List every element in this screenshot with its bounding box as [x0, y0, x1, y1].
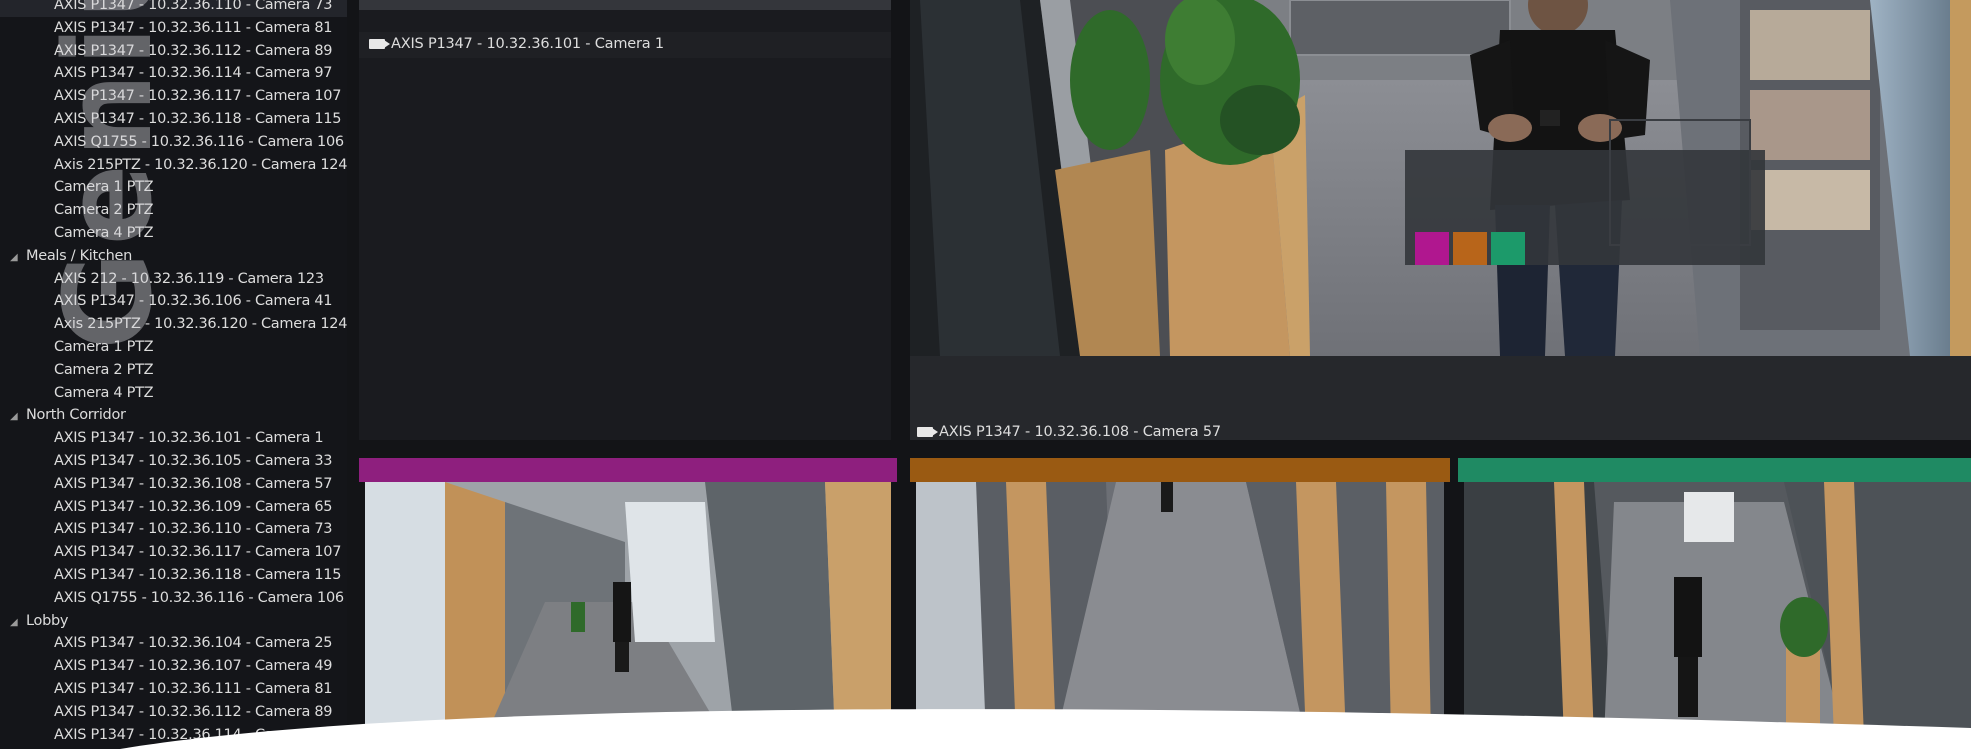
tree-item-label: Axis 215PTZ - 10.32.36.120 - Camera 124: [54, 156, 347, 173]
camera-tree-panel: AXIS P1347 - 10.32.36.110 - Camera 73 AXI…: [0, 0, 347, 749]
tree-camera-item[interactable]: AXIS P1347 - 10.32.36.118 - Camera 115: [0, 108, 347, 131]
tree-item-label: AXIS P1347 - 10.32.36.104 - Camera 25: [54, 635, 333, 652]
tree-item-label: Axis 215PTZ - 10.32.36.120 - Camera 124: [54, 316, 347, 333]
tree-item-label: AXIS P1347 - 10.32.36.112 - Camera 89: [54, 703, 333, 720]
tree-camera-item[interactable]: Camera 2 PTZ: [0, 359, 347, 382]
tree-camera-item[interactable]: AXIS P1347 - 10.32.36.110 - Camera 73: [0, 518, 347, 541]
tree-camera-item[interactable]: AXIS P1347 - 10.32.36.105 - Camera 33: [0, 450, 347, 473]
tree-item-label: Camera 4 PTZ: [54, 224, 154, 241]
tree-item-label: Lobby: [26, 612, 69, 629]
tree-item-label: AXIS P1347 - 10.32.36.108 - Camera 57: [54, 475, 333, 492]
tree-item-label: AXIS P1347 - 10.32.36.107 - Camera 49: [54, 658, 333, 675]
office-hallway-video-frame: [910, 0, 1971, 356]
corridor-video-frame: [365, 482, 891, 738]
tree-camera-item[interactable]: AXIS P1347 - 10.32.36.111 - Camera 81: [0, 17, 347, 40]
tree-item-label: AXIS Q1755 - 10.32.36.116 - Camera 106: [54, 589, 344, 606]
tree-item-label: Camera 4 PTZ: [54, 384, 154, 401]
video-tile-orange[interactable]: [910, 458, 1450, 738]
tree-item-label: AXIS P1347 - 10.32.36.105 - Camera 33: [54, 452, 333, 469]
tree-item-label: Camera 1 PTZ: [54, 338, 154, 355]
tree-item-label: Camera 2 PTZ: [54, 202, 154, 219]
camera-tree: AXIS P1347 - 10.32.36.110 - Camera 73 AXI…: [0, 0, 347, 749]
tree-camera-item[interactable]: AXIS Q1755 - 10.32.36.116 - Camera 106: [0, 131, 347, 154]
video-tile-camera-1[interactable]: AXIS P1347 - 10.32.36.101 - Camera 1: [359, 0, 891, 440]
tree-camera-item[interactable]: AXIS P1347 - 10.32.36.104 - Camera 25: [0, 632, 347, 655]
tree-item-label: AXIS 212 - 10.32.36.119 - Camera 123: [54, 270, 324, 287]
corridor-video-frame: [916, 482, 1444, 738]
tree-camera-item[interactable]: AXIS P1347 - 10.32.36.110 - Camera 73: [0, 0, 347, 17]
tree-item-label: AXIS P1347 - 10.32.36.101 - Camera 1: [54, 430, 324, 447]
tree-camera-item[interactable]: AXIS P1347 - 10.32.36.108 - Camera 57: [0, 473, 347, 496]
tree-group[interactable]: ◢ North Corridor: [0, 404, 347, 427]
video-frame: [365, 482, 891, 738]
tree-item-label: AXIS P1347 - 10.32.36.118 - Camera 115: [54, 566, 342, 583]
tree-item-label: AXIS P1347 - 10.32.36.111 - Camera 81: [54, 19, 333, 36]
tree-item-label: AXIS P1347 - 10.32.36.109 - Camera 65: [54, 498, 333, 515]
tile-color-header: [910, 458, 1450, 482]
tree-camera-item[interactable]: AXIS P1347 - 10.32.36.114 - Camera 97: [0, 724, 347, 747]
tree-item-label: AXIS P1347 - 10.32.36.111 - Camera 81: [54, 680, 333, 697]
tree-camera-item[interactable]: Camera 4 PTZ: [0, 222, 347, 245]
video-camera-icon: [917, 427, 938, 437]
video-tile-camera-57-large[interactable]: [910, 0, 1971, 356]
tree-camera-item[interactable]: Camera 4 PTZ: [0, 382, 347, 405]
tree-camera-item[interactable]: AXIS P1347 - 10.32.36.111 - Camera 81: [0, 678, 347, 701]
expand-caret-icon[interactable]: ◢: [10, 612, 26, 635]
tree-item-label: Meals / Kitchen: [26, 247, 132, 264]
tree-item-label: AXIS P1347 - 10.32.36.114 - Camera 97: [54, 65, 333, 82]
tree-item-label: AXIS P1347 - 10.32.36.106 - Camera 41: [54, 293, 333, 310]
tree-camera-item[interactable]: AXIS 212 - 10.32.36.119 - Camera 123: [0, 268, 347, 291]
tile-camera-label: AXIS P1347 - 10.32.36.101 - Camera 1: [369, 36, 664, 52]
tree-camera-item[interactable]: AXIS P1347 - 10.32.36.107 - Camera 49: [0, 655, 347, 678]
tile-color-header: [1458, 458, 1971, 482]
video-thumbnail-strip: [359, 0, 891, 10]
tree-item-label: AXIS P1347 - 10.32.36.117 - Camera 107: [54, 88, 342, 105]
video-frame: [1464, 482, 1971, 738]
tree-camera-item[interactable]: Camera 1 PTZ: [0, 176, 347, 199]
tree-item-label: AXIS P1347 - 10.32.36.110 - Camera 73: [54, 521, 333, 538]
tree-item-label: AXIS Q1755 - 10.32.36.116 - Camera 106: [54, 133, 344, 150]
tree-camera-item[interactable]: Axis 215PTZ - 10.32.36.120 - Camera 124: [0, 154, 347, 177]
video-grid: AXIS P1347 - 10.32.36.101 - Camera 1 AXI…: [347, 0, 1971, 749]
tree-camera-item[interactable]: AXIS P1347 - 10.32.36.117 - Camera 107: [0, 85, 347, 108]
expand-caret-icon[interactable]: ◢: [10, 247, 26, 270]
tree-camera-item[interactable]: AXIS P1347 - 10.32.36.114 - Camera 97: [0, 62, 347, 85]
tree-camera-item[interactable]: AXIS P1347 - 10.32.36.118 - Camera 115: [0, 564, 347, 587]
video-camera-icon: [369, 39, 390, 49]
video-tile-magenta[interactable]: [359, 458, 897, 738]
tree-item-label: AXIS P1347 - 10.32.36.114 - Camera 97: [54, 726, 333, 743]
tree-item-label: AXIS P1347 - 10.32.36.110 - Camera 73: [54, 0, 333, 13]
tree-item-label: AXIS P1347 - 10.32.36.112 - Camera 89: [54, 42, 333, 59]
tree-group[interactable]: ◢ Meals / Kitchen: [0, 245, 347, 268]
tree-item-label: Camera 2 PTZ: [54, 361, 154, 378]
tile-camera-label-large: AXIS P1347 - 10.32.36.108 - Camera 57: [917, 424, 1221, 440]
tree-camera-item[interactable]: AXIS P1347 - 10.32.36.112 - Camera 89: [0, 701, 347, 724]
tree-item-label: North Corridor: [26, 407, 126, 424]
tree-camera-item[interactable]: AXIS P1347 - 10.32.36.101 - Camera 1: [0, 427, 347, 450]
tree-camera-item[interactable]: AXIS P1347 - 10.32.36.117 - Camera 107: [0, 541, 347, 564]
expand-caret-icon[interactable]: ◢: [10, 406, 26, 429]
tree-camera-item[interactable]: AXIS P1347 - 10.32.36.106 - Camera 41: [0, 290, 347, 313]
video-tile-green[interactable]: [1458, 458, 1971, 738]
corridor-video-frame: [1464, 482, 1971, 738]
tree-item-label: AXIS P1347 - 10.32.36.117 - Camera 107: [54, 544, 342, 561]
tree-item-label: Camera 1 PTZ: [54, 179, 154, 196]
tree-camera-item[interactable]: Camera 2 PTZ: [0, 199, 347, 222]
video-frame: [916, 482, 1444, 738]
tree-camera-item[interactable]: Camera 1 PTZ: [0, 336, 347, 359]
tree-camera-item[interactable]: AXIS P1347 - 10.32.36.109 - Camera 65: [0, 496, 347, 519]
tree-group[interactable]: ◢ Lobby: [0, 610, 347, 633]
tile-color-header: [359, 458, 897, 482]
tree-camera-item[interactable]: AXIS P1347 - 10.32.36.112 - Camera 89: [0, 40, 347, 63]
tree-item-label: AXIS P1347 - 10.32.36.118 - Camera 115: [54, 110, 342, 127]
tree-camera-item[interactable]: Axis 215PTZ - 10.32.36.120 - Camera 124: [0, 313, 347, 336]
tree-camera-item[interactable]: AXIS Q1755 - 10.32.36.116 - Camera 106: [0, 587, 347, 610]
